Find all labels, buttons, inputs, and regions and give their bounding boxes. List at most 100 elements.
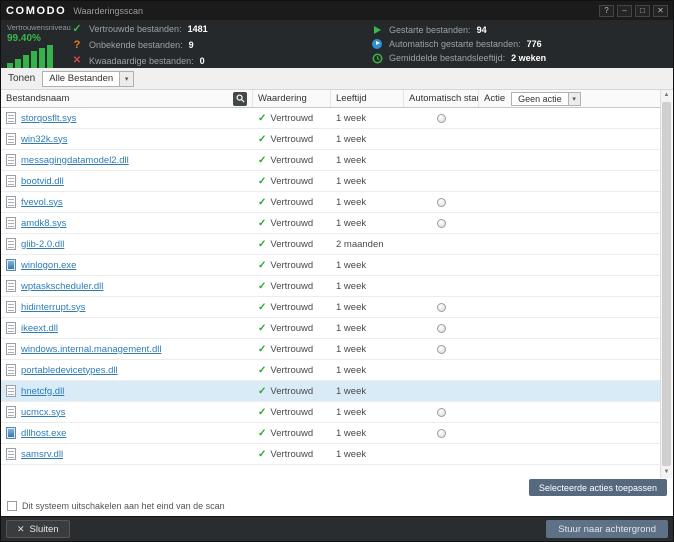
file-icon [6, 238, 16, 250]
table-row[interactable]: amdk8.sys ✓ Vertrouwd 1 week [1, 213, 660, 234]
close-window-button[interactable]: ✕ [653, 4, 668, 17]
started-files-stat: Gestarte bestanden: 94 [371, 25, 546, 35]
trusted-check-icon: ✓ [258, 217, 267, 229]
table-row[interactable]: wptaskscheduler.dll ✓ Vertrouwd 1 week [1, 276, 660, 297]
file-name-link[interactable]: wptaskscheduler.dll [21, 281, 103, 292]
file-name-link[interactable]: dllhost.exe [21, 428, 66, 439]
table-row[interactable]: winlogon.exe ✓ Vertrouwd 1 week [1, 255, 660, 276]
file-name-link[interactable]: storqosflt.sys [21, 113, 76, 124]
scroll-up-icon[interactable]: ▲ [661, 90, 672, 101]
scroll-down-icon[interactable]: ▼ [661, 467, 672, 478]
stat-value: 776 [526, 38, 542, 49]
file-name-link[interactable]: amdk8.sys [21, 218, 66, 229]
file-icon [6, 385, 16, 397]
rating-label: Vertrouwd [270, 364, 314, 376]
column-header-waardering[interactable]: Waardering [253, 90, 331, 107]
rating-label: Vertrouwd [270, 259, 314, 271]
scrollbar-thumb[interactable] [662, 102, 671, 466]
file-icon [6, 154, 16, 166]
comodo-rating-scan-window: COMODO Waarderingsscan ? – □ ✕ Vertrouwe… [0, 0, 674, 542]
send-to-background-button[interactable]: Stuur naar achtergrond [546, 520, 668, 538]
file-name-link[interactable]: win32k.sys [21, 134, 67, 145]
shutdown-checkbox[interactable] [7, 501, 17, 511]
table-row[interactable]: win32k.sys ✓ Vertrouwd 1 week [1, 129, 660, 150]
file-age: 2 maanden [336, 238, 384, 250]
search-icon[interactable] [233, 91, 247, 106]
file-icon [6, 280, 16, 292]
file-name-link[interactable]: winlogon.exe [21, 260, 76, 271]
table-row[interactable]: windows.internal.management.dll ✓ Vertrouw… [1, 339, 660, 360]
table-row[interactable]: glib-2.0.dll ✓ Vertrouwd 2 maanden [1, 234, 660, 255]
file-age: 1 week [336, 343, 367, 355]
trusted-check-icon: ✓ [258, 133, 267, 145]
trusted-check-icon: ✓ [258, 448, 267, 460]
file-icon [6, 175, 16, 187]
table-row[interactable]: dllhost.exe ✓ Vertrouwd 1 week [1, 423, 660, 444]
autostart-indicator [437, 197, 446, 207]
maximize-button[interactable]: □ [635, 4, 650, 17]
table-row[interactable]: storqosflt.sys ✓ Vertrouwd 1 week [1, 108, 660, 129]
file-name-link[interactable]: hidinterrupt.sys [21, 302, 85, 313]
title-bar: COMODO Waarderingsscan ? – □ ✕ [1, 1, 673, 20]
trusted-check-icon: ✓ [258, 259, 267, 271]
file-icon [6, 343, 16, 355]
file-name-link[interactable]: fvevol.sys [21, 197, 63, 208]
file-age: 1 week [336, 427, 367, 439]
file-name-link[interactable]: messagingdatamodel2.dll [21, 155, 129, 166]
column-header-leeftijd[interactable]: Leeftijd [331, 90, 404, 107]
rating-label: Vertrouwd [270, 322, 314, 334]
column-label: Leeftijd [336, 93, 367, 104]
file-name-link[interactable]: bootvid.dll [21, 176, 64, 187]
apply-selected-actions-button[interactable]: Selecteerde acties toepassen [528, 479, 667, 496]
file-name-link[interactable]: hnetcfg.dll [21, 386, 64, 397]
file-age: 1 week [336, 175, 367, 187]
file-name-link[interactable]: portabledevicetypes.dll [21, 365, 118, 376]
file-name-link[interactable]: samsrv.dll [21, 449, 63, 460]
file-name-link[interactable]: glib-2.0.dll [21, 239, 64, 250]
column-header-automatisch[interactable]: Automatisch star... [404, 90, 479, 107]
trust-level-label: Vertrouwensniveau [7, 23, 71, 32]
bottom-bar: ✕ Sluiten Stuur naar achtergrond [1, 516, 673, 541]
trust-level-value: 99.40% [7, 33, 41, 44]
table-row[interactable]: ucmcx.sys ✓ Vertrouwd 1 week [1, 402, 660, 423]
table-row[interactable]: fvevol.sys ✓ Vertrouwd 1 week [1, 192, 660, 213]
shutdown-option-row: Dit systeem uitschakelen aan het eind va… [7, 501, 225, 511]
table-row[interactable]: samsrv.dll ✓ Vertrouwd 1 week [1, 444, 660, 465]
column-label: Automatisch star... [409, 93, 479, 104]
table-row[interactable]: ikeext.dll ✓ Vertrouwd 1 week [1, 318, 660, 339]
trusted-check-icon: ✓ [258, 301, 267, 313]
table-row[interactable]: messagingdatamodel2.dll ✓ Vertrouwd 1 week [1, 150, 660, 171]
cross-icon: ✕ [72, 55, 82, 66]
file-name-link[interactable]: windows.internal.management.dll [21, 344, 161, 355]
column-header-bestandsnaam[interactable]: Bestandsnaam [1, 90, 253, 107]
action-dropdown[interactable]: Geen actie ▾ [511, 91, 581, 106]
file-age: 1 week [336, 448, 367, 460]
file-name-link[interactable]: ucmcx.sys [21, 407, 65, 418]
file-filter-dropdown[interactable]: Alle Bestanden ▾ [42, 70, 135, 87]
rating-label: Vertrouwd [270, 406, 314, 418]
vertical-scrollbar[interactable]: ▲ ▼ [660, 90, 672, 478]
autostart-icon [371, 38, 383, 49]
table-row[interactable]: portabledevicetypes.dll ✓ Vertrouwd 1 week [1, 360, 660, 381]
shutdown-checkbox-label: Dit systeem uitschakelen aan het eind va… [22, 501, 225, 511]
file-age: 1 week [336, 280, 367, 292]
file-name-link[interactable]: ikeext.dll [21, 323, 58, 334]
trusted-check-icon: ✓ [258, 364, 267, 376]
trusted-check-icon: ✓ [258, 385, 267, 397]
table-row[interactable]: bootvid.dll ✓ Vertrouwd 1 week [1, 171, 660, 192]
unknown-files-stat: ? Onbekende bestanden: 9 [71, 39, 371, 51]
window-controls: ? – □ ✕ [599, 4, 668, 17]
trusted-check-icon: ✓ [258, 112, 267, 124]
table-row[interactable]: hidinterrupt.sys ✓ Vertrouwd 1 week [1, 297, 660, 318]
file-icon [6, 364, 16, 376]
rating-label: Vertrouwd [270, 280, 314, 292]
table-row[interactable]: hnetcfg.dll ✓ Vertrouwd 1 week [1, 381, 660, 402]
filter-toolbar: Tonen Alle Bestanden ▾ [1, 68, 673, 90]
help-button[interactable]: ? [599, 4, 614, 17]
minimize-button[interactable]: – [617, 4, 632, 17]
stat-label: Vertrouwde bestanden: [89, 23, 182, 34]
close-button[interactable]: ✕ Sluiten [6, 520, 70, 538]
trusted-check-icon: ✓ [258, 280, 267, 292]
table-body: storqosflt.sys ✓ Vertrouwd 1 week win32k.sys… [1, 108, 660, 465]
trusted-check-icon: ✓ [258, 322, 267, 334]
